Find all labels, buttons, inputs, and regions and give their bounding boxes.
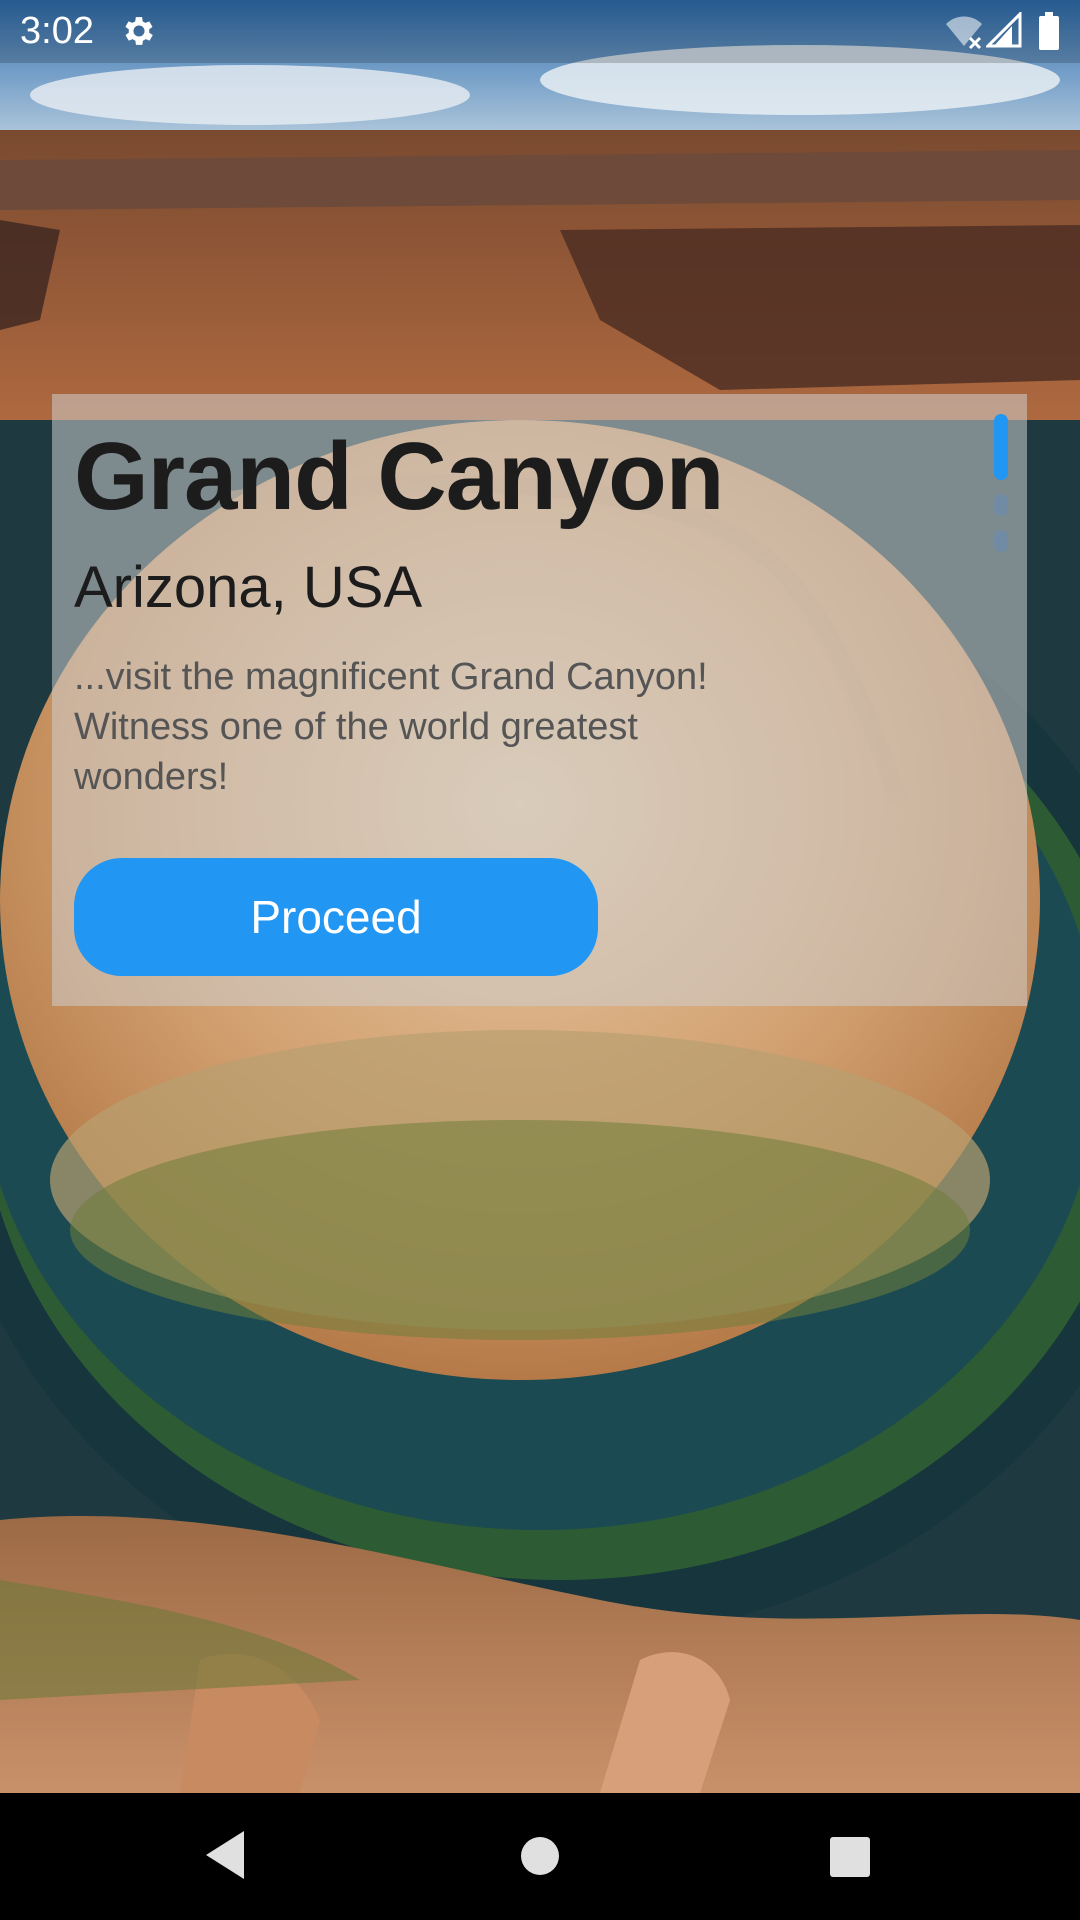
home-circle-icon[interactable] <box>516 1827 564 1885</box>
cell-signal-icon <box>984 10 1022 48</box>
navigation-bar <box>0 1793 1080 1920</box>
clock: 3:02 <box>20 10 94 52</box>
status-bar: 3:02 <box>0 0 1080 63</box>
destination-card: Grand Canyon Arizona, USA ...visit the m… <box>52 394 1027 1006</box>
battery-full-icon <box>1038 12 1060 50</box>
page-dot[interactable] <box>994 530 1008 552</box>
destination-title: Grand Canyon <box>74 423 724 530</box>
destination-description: ...visit the magnificent Grand Canyon! W… <box>74 656 708 798</box>
gear-icon <box>120 12 158 50</box>
recents-square-icon[interactable] <box>826 1829 874 1883</box>
wifi-off-icon <box>944 12 984 50</box>
page-dot[interactable] <box>994 494 1008 516</box>
page-indicator <box>991 414 1011 554</box>
proceed-button[interactable]: Proceed <box>74 858 598 976</box>
back-triangle-icon[interactable] <box>200 1825 252 1885</box>
destination-location: Arizona, USA <box>74 555 423 620</box>
app-screen: 3:02 Grand Canyon Arizona, USA ...visit … <box>0 0 1080 1920</box>
page-dot-active[interactable] <box>994 414 1008 480</box>
